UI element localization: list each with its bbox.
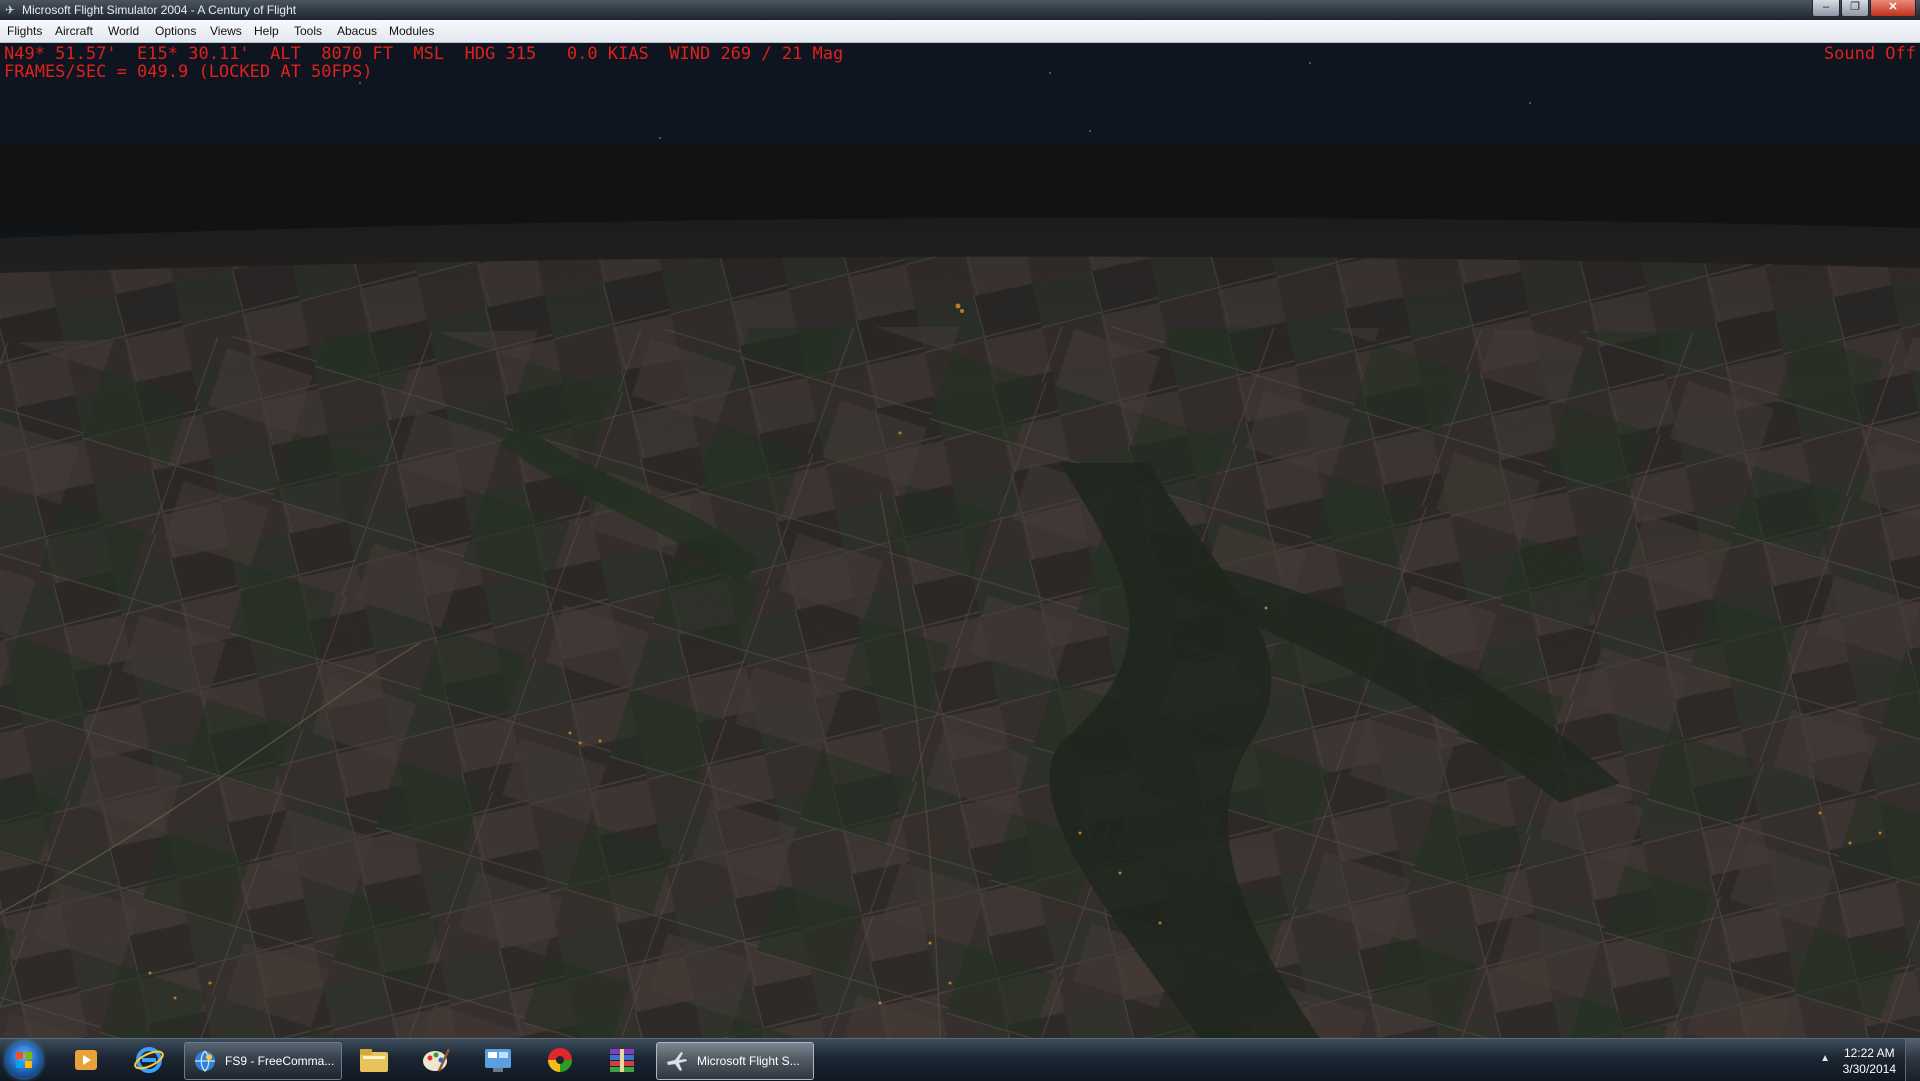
color-wheel-icon[interactable]: [538, 1043, 582, 1077]
menu-help[interactable]: Help: [254, 24, 279, 38]
maximize-button[interactable]: ❐: [1841, 0, 1869, 17]
taskbar-item-fs9-freecommander[interactable]: FS9 - FreeComma...: [184, 1042, 342, 1080]
flight-view[interactable]: N49* 51.57' E15* 30.11' ALT 8070 FT MSL …: [0, 43, 1920, 1038]
minimize-button[interactable]: –: [1812, 0, 1840, 17]
taskbar-item-label: FS9 - FreeComma...: [225, 1054, 335, 1068]
terrain-scene: [0, 43, 1920, 1038]
close-button[interactable]: ✕: [1870, 0, 1916, 17]
globe-icon: [195, 1050, 215, 1072]
window-title: Microsoft Flight Simulator 2004 - A Cent…: [22, 3, 297, 17]
menu-world[interactable]: World: [108, 24, 139, 38]
window-title-bar[interactable]: ✈ Microsoft Flight Simulator 2004 - A Ce…: [0, 0, 1920, 20]
taskbar-item-microsoft-flight-simulator[interactable]: Microsoft Flight S...: [656, 1042, 814, 1080]
hud-sound-status: Sound Off: [1823, 44, 1916, 64]
window-controls: – ❐ ✕: [1811, 0, 1916, 18]
internet-explorer-icon[interactable]: [127, 1043, 171, 1077]
airplane-icon: [667, 1052, 687, 1071]
menu-views[interactable]: Views: [210, 24, 242, 38]
file-explorer-icon[interactable]: [352, 1043, 396, 1077]
taskbar-item-label: Microsoft Flight S...: [697, 1054, 800, 1068]
menu-aircraft[interactable]: Aircraft: [55, 24, 93, 38]
taskbar: FS9 - FreeComma... Microsoft Flight S...…: [0, 1038, 1920, 1081]
menu-tools[interactable]: Tools: [294, 24, 322, 38]
menu-modules[interactable]: Modules: [389, 24, 434, 38]
show-hidden-icons-button[interactable]: ▲: [1820, 1053, 1830, 1064]
start-button[interactable]: [6, 1042, 42, 1078]
clock-date: 3/30/2014: [1842, 1062, 1896, 1076]
airplane-icon: ✈: [4, 3, 16, 17]
clock-time: 12:22 AM: [1843, 1046, 1895, 1060]
windows-start-icon: [16, 1052, 32, 1068]
paint-icon[interactable]: [414, 1043, 458, 1077]
system-clock[interactable]: 12:22 AM 3/30/2014: [1843, 1045, 1896, 1077]
show-desktop-button[interactable]: [1905, 1039, 1920, 1081]
media-player-icon[interactable]: [64, 1043, 108, 1077]
menu-abacus[interactable]: Abacus: [337, 24, 377, 38]
archive-icon[interactable]: [600, 1043, 644, 1077]
menu-flights[interactable]: Flights: [7, 24, 42, 38]
menu-bar: Flights Aircraft World Options Views Hel…: [0, 20, 1920, 43]
menu-options[interactable]: Options: [155, 24, 196, 38]
hud-framerate-readout: FRAMES/SEC = 049.9 (LOCKED AT 50FPS): [4, 62, 373, 82]
control-panel-icon[interactable]: [476, 1043, 520, 1077]
